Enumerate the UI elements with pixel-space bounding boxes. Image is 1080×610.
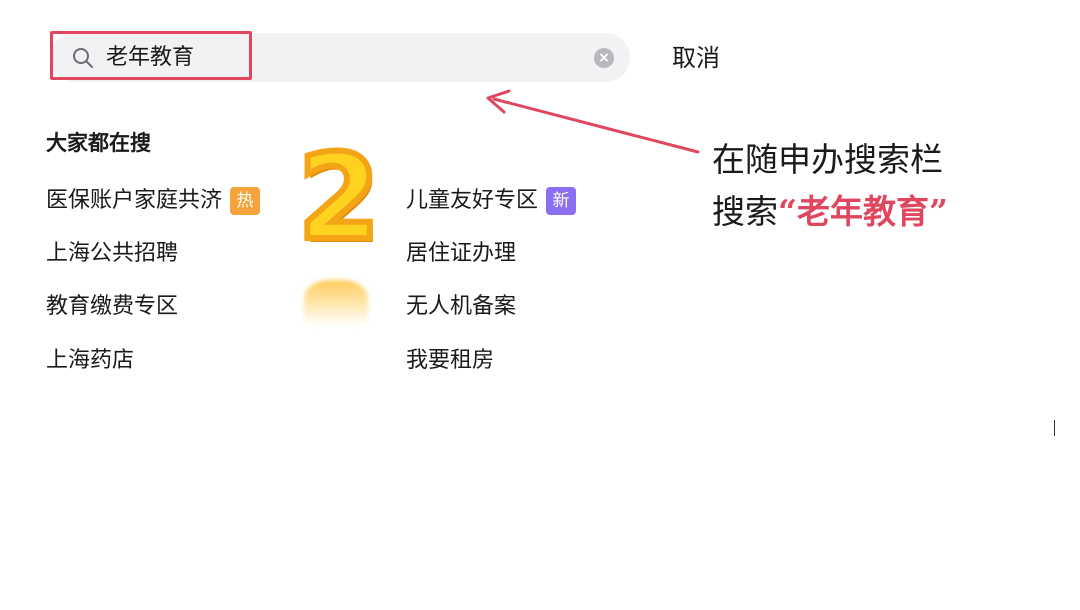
screen: 老年教育 × 取消 大家都在搜 医保账户家庭共济热 上海公共招聘 教育缴费专区 …	[0, 0, 1080, 610]
annotation-line-2: 搜索“老年教育”	[712, 186, 948, 238]
annotation-arrow	[486, 89, 700, 154]
annotation-line-2-prefix: 搜索	[712, 192, 778, 231]
text-cursor	[1054, 420, 1055, 436]
annotation-line-1: 在随申办搜索栏	[712, 140, 943, 179]
annotation-text: 在随申办搜索栏 搜索“老年教育”	[712, 134, 948, 238]
annotation-keyword: “老年教育”	[778, 192, 948, 231]
